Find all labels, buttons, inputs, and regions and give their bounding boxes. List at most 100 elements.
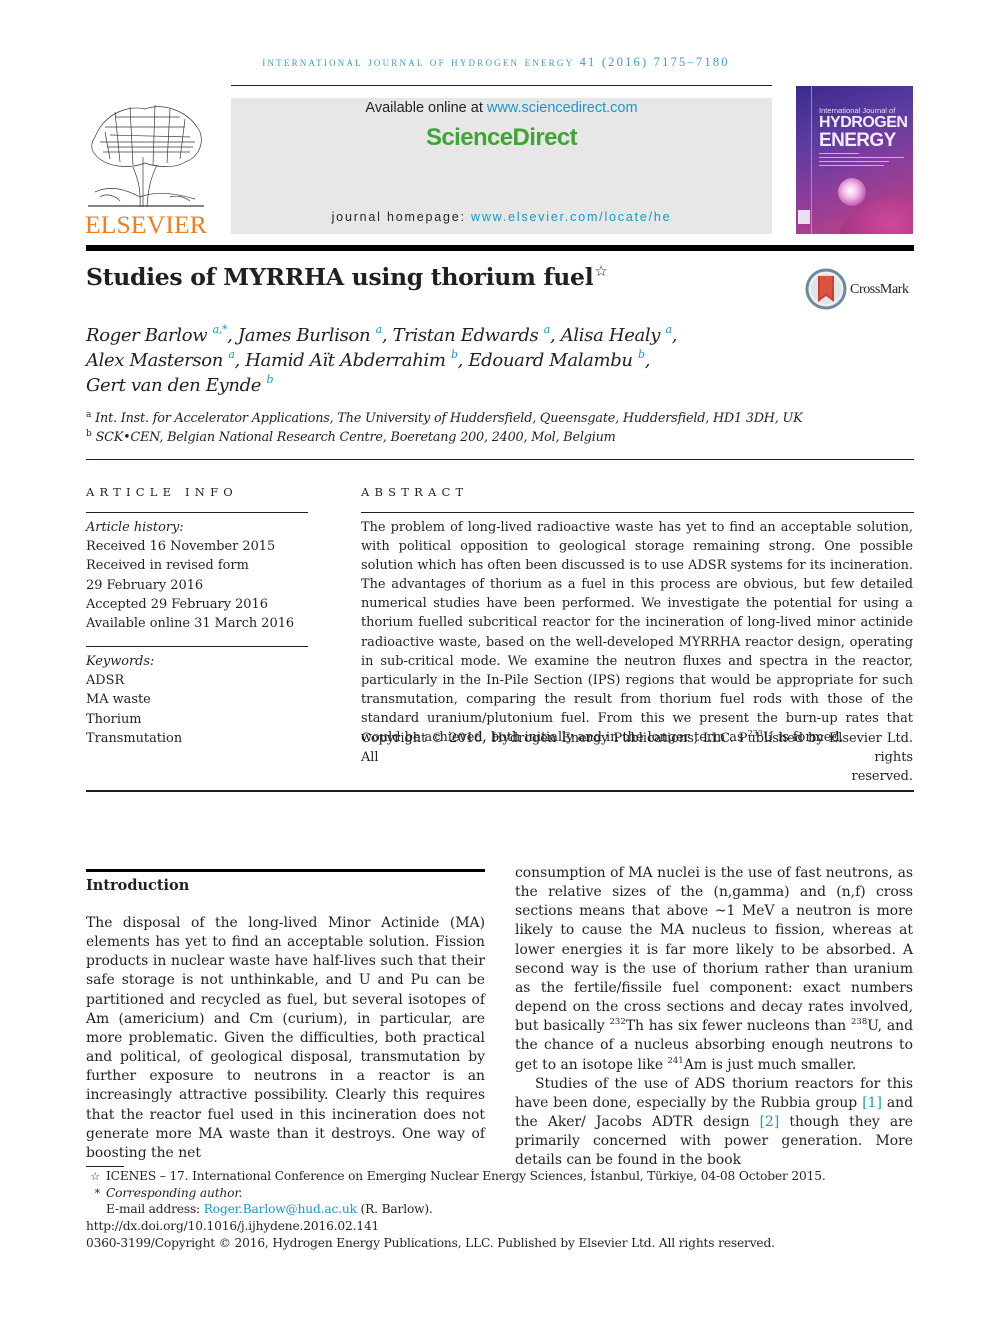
citation-link[interactable]: [2] — [760, 1114, 780, 1130]
affiliation-a: a Int. Inst. for Accelerator Applications… — [86, 410, 803, 426]
cover-editor-line — [819, 153, 859, 155]
cover-editor-line — [819, 161, 889, 163]
doi-link[interactable]: http://dx.doi.org/10.1016/j.ijhydene.201… — [86, 1219, 379, 1233]
footnote-email: E-mail address: Roger.Barlow@hud.ac.uk (… — [86, 1202, 433, 1216]
cover-he-logo — [798, 210, 810, 224]
sciencedirect-banner: Available online at www.sciencedirect.co… — [231, 98, 772, 234]
author-name[interactable]: Alex Masterson — [86, 350, 223, 371]
author-affiliation-mark[interactable]: b — [266, 373, 273, 386]
author-separator: , — [381, 325, 393, 346]
issn-copyright: 0360-3199/Copyright © 2016, Hydrogen Ene… — [86, 1236, 775, 1250]
section-rule — [86, 869, 485, 872]
article-title-text: Studies of MYRRHA using thorium fuel — [86, 263, 594, 291]
article-info-heading: ARTICLE INFO — [86, 485, 238, 499]
keyword: MA waste — [86, 692, 151, 707]
affiliation-b: b SCK•CEN, Belgian National Research Cent… — [86, 429, 616, 445]
keyword: Transmutation — [86, 731, 183, 746]
affiliation-text: SCK•CEN, Belgian National Research Centr… — [95, 430, 616, 445]
body-paragraph: Studies of the use of ADS thorium reacto… — [515, 1075, 913, 1171]
history-item: Received in revised form — [86, 558, 249, 573]
footnote-corresponding: * Corresponding author. — [86, 1186, 243, 1200]
journal-cover-image: International Journal of HYDROGEN ENERGY — [796, 86, 913, 234]
isotope-superscript: 238 — [851, 1017, 868, 1028]
abstract-rule — [361, 512, 914, 514]
body-paragraph: The disposal of the long-lived Minor Act… — [86, 915, 485, 1161]
footnote-rule — [86, 1166, 124, 1167]
keywords-rule — [86, 646, 308, 648]
abstract-heading: ABSTRACT — [361, 485, 469, 499]
author-name[interactable]: Alisa Healy — [561, 325, 661, 346]
author-separator: , — [671, 325, 678, 346]
sciencedirect-link[interactable]: www.sciencedirect.com — [487, 100, 638, 116]
cover-orb-graphic — [838, 178, 866, 206]
front-matter-rule — [86, 790, 914, 792]
title-footnote-star[interactable]: ☆ — [594, 262, 607, 280]
affiliation-rule — [86, 459, 914, 461]
author-name[interactable]: Hamid Aït Abderrahim — [245, 350, 446, 371]
abstract-text-main: The problem of long-lived radioactive wa… — [361, 520, 913, 746]
author-name[interactable]: Gert van den Eynde — [86, 375, 261, 396]
header-rule — [231, 85, 772, 86]
keyword: ADSR — [86, 673, 125, 688]
affiliation-text: Int. Inst. for Accelerator Applications,… — [95, 411, 803, 426]
citation-link[interactable]: [1] — [862, 1095, 882, 1111]
affiliation-mark: b — [86, 429, 92, 439]
abstract-copyright: Copyright © 2016, Hydrogen Energy Public… — [361, 729, 913, 786]
footnote-star-mark: ☆ — [90, 1170, 100, 1183]
author-affiliation-mark[interactable]: a,* — [213, 323, 228, 336]
author-affiliation-mark[interactable]: b — [451, 348, 458, 361]
affiliation-mark: a — [86, 410, 92, 420]
article-info-rule — [86, 512, 308, 514]
journal-homepage-link[interactable]: www.elsevier.com/locate/he — [471, 210, 671, 224]
email-link[interactable]: Roger.Barlow@hud.ac.uk — [204, 1202, 357, 1216]
author-affiliation-mark[interactable]: b — [638, 348, 645, 361]
author-line-2: Alex Masterson a, Hamid Aït Abderrahim b… — [86, 348, 650, 371]
journal-homepage-label: journal homepage: — [331, 210, 472, 224]
masthead-thick-rule — [86, 245, 914, 251]
author-line-1: Roger Barlow a,*, James Burlison a, Tris… — [86, 323, 677, 346]
footnote-text: Corresponding author. — [106, 1186, 243, 1200]
cover-editor-line — [819, 157, 904, 159]
crossmark-label[interactable]: CrossMark — [850, 282, 909, 298]
available-online-label: Available online at — [365, 100, 487, 116]
author-separator: , — [227, 325, 238, 346]
email-suffix: (R. Barlow). — [356, 1202, 433, 1216]
journal-homepage-line: journal homepage: www.elsevier.com/locat… — [231, 210, 772, 224]
abstract-text: The problem of long-lived radioactive wa… — [361, 518, 913, 747]
history-item: Received 16 November 2015 — [86, 539, 276, 554]
footnote-conference: ☆ ICENES – 17. International Conference o… — [86, 1169, 826, 1183]
author-name[interactable]: Tristan Edwards — [393, 325, 539, 346]
abstract-copyright-line2: reserved. — [851, 769, 913, 785]
author-separator: , — [457, 350, 469, 371]
cover-spine-line — [811, 86, 812, 234]
crossmark-icon[interactable] — [805, 268, 847, 310]
isotope-superscript: 232 — [609, 1017, 626, 1028]
isotope-superscript: 241 — [667, 1055, 684, 1066]
cover-editor-line — [819, 165, 884, 167]
running-header: International Journal of Hydrogen Energy… — [262, 55, 730, 69]
author-name[interactable]: James Burlison — [238, 325, 371, 346]
body-text: consumption of MA nuclei is the use of f… — [515, 865, 913, 1035]
email-label: E-mail address: — [106, 1202, 204, 1216]
author-separator: , — [644, 350, 651, 371]
section-heading-introduction: Introduction — [86, 877, 190, 894]
history-item: 29 February 2016 — [86, 578, 204, 593]
article-history-label: Article history: — [86, 520, 184, 535]
sciencedirect-brand[interactable]: ScienceDirect — [231, 124, 772, 152]
history-item: Accepted 29 February 2016 — [86, 597, 268, 612]
keywords-label: Keywords: — [86, 654, 155, 669]
body-text: Am is just much smaller. — [683, 1056, 857, 1073]
available-online-line: Available online at www.sciencedirect.co… — [231, 100, 772, 116]
history-item: Available online 31 March 2016 — [86, 616, 295, 631]
cover-title-line3: ENERGY — [819, 130, 896, 151]
body-text: Studies of the use of ADS thorium reacto… — [515, 1075, 913, 1111]
body-text: Th has six fewer nucleons than — [625, 1018, 852, 1035]
abstract-copyright-line1: Copyright © 2016, Hydrogen Energy Public… — [361, 731, 913, 766]
body-column-right: consumption of MA nuclei is the use of f… — [515, 864, 913, 1171]
body-paragraph: consumption of MA nuclei is the use of f… — [515, 864, 913, 1075]
author-name[interactable]: Roger Barlow — [86, 325, 208, 346]
footnote-text: ICENES – 17. International Conference on… — [106, 1169, 826, 1183]
author-name[interactable]: Edouard Malambu — [468, 350, 633, 371]
body-column-left: The disposal of the long-lived Minor Act… — [86, 914, 485, 1163]
author-line-3: Gert van den Eynde b — [86, 373, 273, 396]
